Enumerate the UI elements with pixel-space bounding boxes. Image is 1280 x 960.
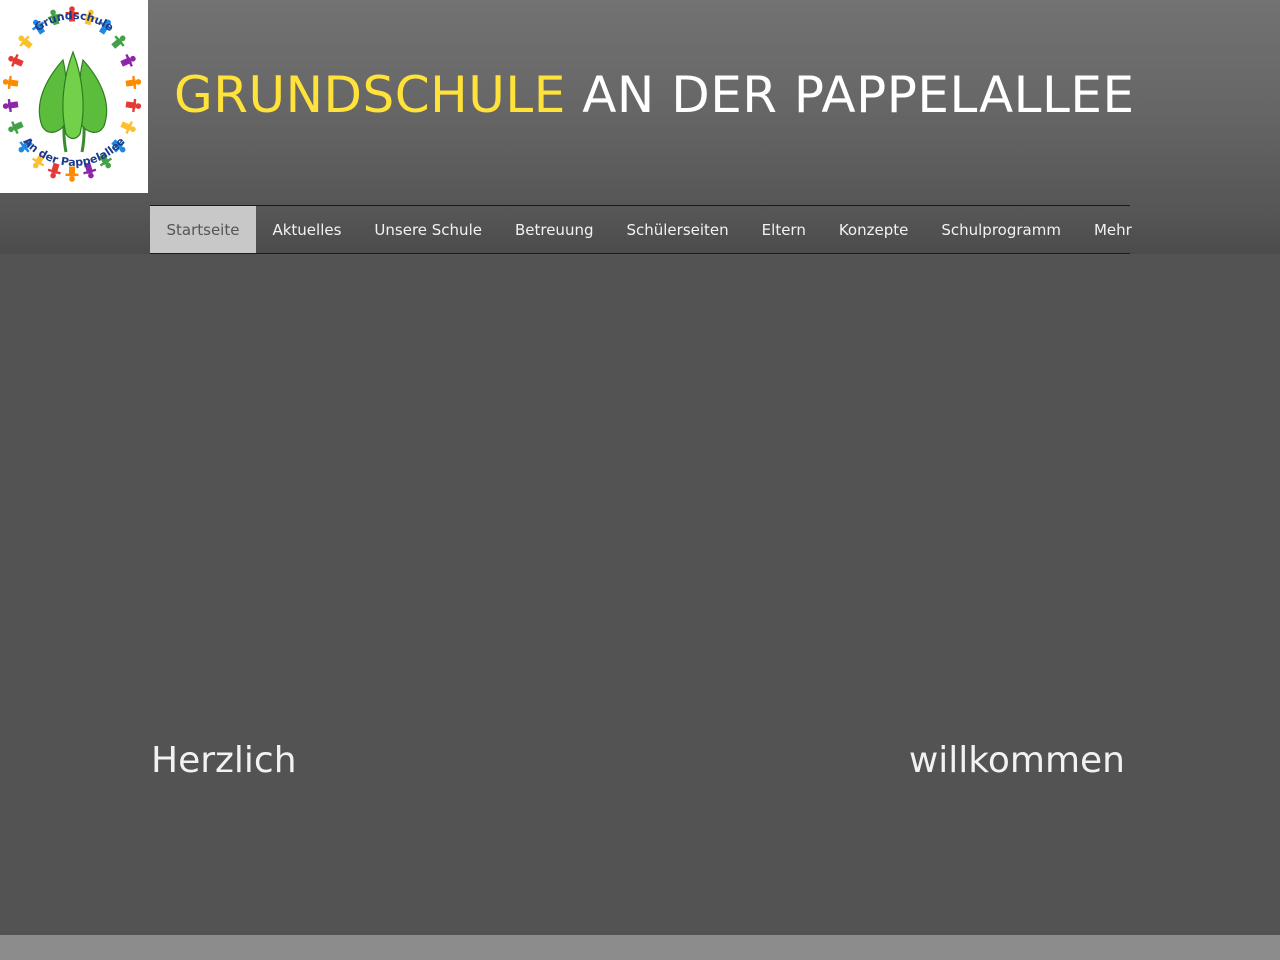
main-navigation: Startseite Aktuelles Unsere Schule Betre… — [150, 205, 1132, 254]
logo-child-figure — [125, 98, 142, 113]
nav-item-mehr[interactable]: Mehr — [1077, 206, 1148, 253]
nav-item-aktuelles[interactable]: Aktuelles — [256, 206, 358, 253]
logo-child-figure — [125, 75, 142, 90]
logo-text-top: Grundschule — [32, 9, 116, 34]
logo-child-figure — [2, 98, 19, 113]
site-title[interactable]: GRUNDSCHULE AN DER PAPPELALLEE — [174, 62, 1135, 128]
footer-strip — [0, 935, 1280, 960]
logo-child-figure — [8, 54, 24, 67]
nav-item-schulprogramm[interactable]: Schulprogramm — [925, 206, 1078, 253]
site-title-part2: AN DER PAPPELALLEE — [582, 66, 1135, 124]
site-header: Grundschule An der Pappelallee GRUNDSCHU… — [0, 0, 1280, 254]
logo-child-figure — [2, 75, 19, 90]
nav-item-schuelerseiten[interactable]: Schülerseiten — [610, 206, 745, 253]
logo-child-figure — [120, 121, 136, 134]
logo-child-figure — [18, 35, 33, 49]
nav-item-eltern[interactable]: Eltern — [745, 206, 822, 253]
welcome-text-left: Herzlich — [151, 740, 297, 781]
nav-item-betreuung[interactable]: Betreuung — [498, 206, 610, 253]
site-title-part1: GRUNDSCHULE — [174, 66, 566, 124]
welcome-text-right: willkommen — [908, 740, 1125, 781]
logo-child-figure — [111, 35, 126, 49]
nav-item-konzepte[interactable]: Konzepte — [822, 206, 925, 253]
school-logo-graphic: Grundschule An der Pappelallee — [2, 6, 142, 182]
nav-item-unsere-schule[interactable]: Unsere Schule — [358, 206, 499, 253]
nav-item-startseite[interactable]: Startseite — [150, 206, 256, 253]
logo-child-figure — [120, 54, 136, 67]
logo-child-figure — [8, 121, 24, 134]
school-logo[interactable]: Grundschule An der Pappelallee — [0, 0, 148, 193]
